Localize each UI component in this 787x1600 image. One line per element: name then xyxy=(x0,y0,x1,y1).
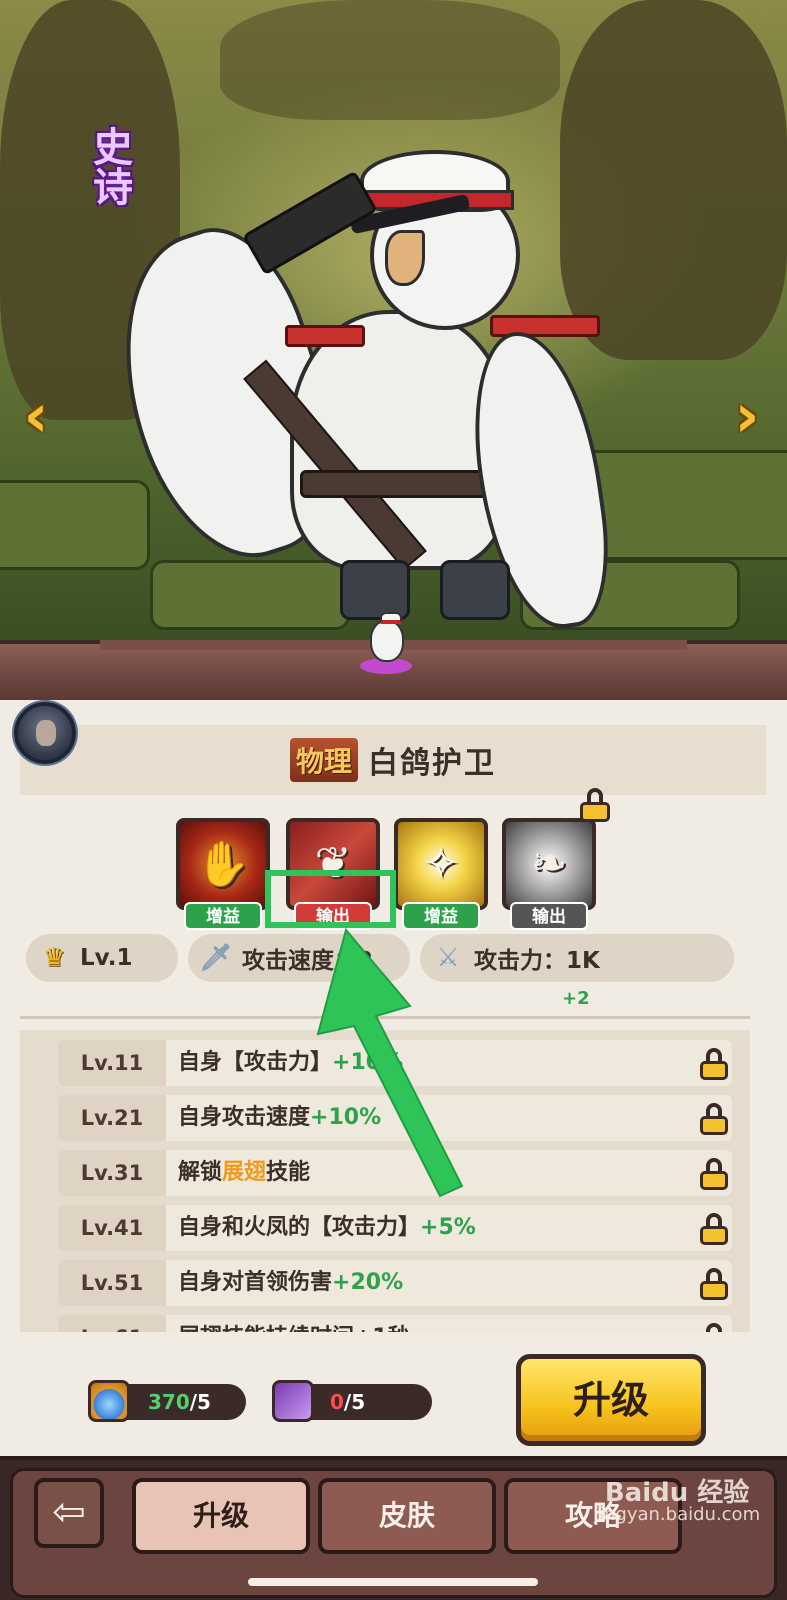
unlock-text-part: 自身和火凤的【攻击力】 xyxy=(178,1215,421,1240)
damage-type-tag: 物理 xyxy=(289,738,358,782)
lock-icon xyxy=(700,1213,728,1245)
unlock-description: 解锁展翅技能 xyxy=(178,1150,310,1196)
attack-bonus: +2 xyxy=(562,988,590,1009)
rarity-badge: 史诗 xyxy=(86,126,132,206)
dove-skill-icon: ❧ xyxy=(502,818,596,910)
unlock-text-part: 自身【攻击力】 xyxy=(178,1050,333,1075)
unlock-text-part: +20% xyxy=(332,1270,404,1295)
potion-current: 370 xyxy=(148,1390,190,1414)
lock-icon xyxy=(700,1048,728,1080)
unlock-level: Lv.21 xyxy=(58,1095,166,1141)
level-pill: ♛ Lv.1 xyxy=(26,934,178,982)
divider xyxy=(20,1016,750,1019)
unlock-text-part: 技能 xyxy=(266,1160,311,1185)
axe-icon: ⚔ xyxy=(436,943,460,973)
potion-icon xyxy=(88,1380,130,1422)
tab-upgrade[interactable]: 升级 xyxy=(132,1478,310,1554)
unlock-level: Lv.41 xyxy=(58,1205,166,1251)
unlock-text-part: 展翅技能持续时间+1秒 xyxy=(178,1325,410,1332)
claw-skill-icon: ✋ xyxy=(176,818,270,910)
unlock-text-part: 自身攻击速度 xyxy=(178,1105,311,1130)
skill-slot-4[interactable]: ❧ 输出 xyxy=(502,788,610,938)
level-unlock-list[interactable]: Lv.11 自身【攻击力】+10% Lv.21 自身攻击速度+10% Lv.31 解锁展翅… xyxy=(20,1030,750,1332)
crown-icon: ♛ xyxy=(42,943,66,973)
unlock-text-part: +10% xyxy=(310,1105,382,1130)
shard-total: /5 xyxy=(343,1390,366,1414)
skill-glyph: ✧ xyxy=(422,838,460,889)
unlock-text-part: 解锁 xyxy=(178,1160,223,1185)
potion-total: /5 xyxy=(189,1390,211,1414)
hero-mini-sprite xyxy=(356,612,416,674)
wings-skill-icon: ✧ xyxy=(394,818,488,910)
hero-character-art xyxy=(85,140,621,637)
skill-tag: 增益 xyxy=(184,902,262,930)
attack-pill: ⚔ 攻击力：1K xyxy=(420,934,734,982)
skill-glyph: ✋ xyxy=(195,839,251,890)
unlock-description: 自身对首领伤害+20% xyxy=(178,1260,403,1306)
lock-icon xyxy=(700,1103,728,1135)
hero-shard-icon xyxy=(272,1380,314,1422)
unlock-description: 展翅技能持续时间+1秒 xyxy=(178,1315,410,1332)
level-value: Lv.1 xyxy=(80,945,133,971)
unlock-text-part: +10% xyxy=(332,1050,404,1075)
beak xyxy=(385,230,425,286)
home-indicator[interactable] xyxy=(248,1578,538,1586)
lock-icon xyxy=(580,788,610,822)
lock-icon xyxy=(700,1323,728,1332)
skill-slot-3[interactable]: ✧ 增益 xyxy=(394,818,488,938)
list-item: Lv.41 自身和火凤的【攻击力】+5% xyxy=(58,1205,732,1251)
watermark: Baidu 经验 jingyan.baidu.com xyxy=(594,1478,761,1526)
attack-speed-pill: 🗡 攻击速度：2 xyxy=(188,934,410,982)
skill-list: ✋ 增益 ❦ 输出 ✧ 增益 ❧ 输出 xyxy=(176,788,616,938)
attack-value: 攻击力：1K xyxy=(474,948,600,974)
upgrade-button[interactable]: 升级 xyxy=(516,1354,706,1446)
unlock-text-part: +5% xyxy=(420,1215,476,1240)
chevron-right-icon[interactable]: › xyxy=(727,386,767,448)
unlock-description: 自身【攻击力】+10% xyxy=(178,1040,403,1086)
unlock-level: Lv.51 xyxy=(58,1260,166,1306)
back-arrow-icon[interactable]: ⇦ xyxy=(34,1478,104,1548)
list-item: Lv.51 自身对首领伤害+20% xyxy=(58,1260,732,1306)
list-item: Lv.31 解锁展翅技能 xyxy=(58,1150,732,1196)
skill-tag: 输出 xyxy=(510,902,588,930)
shard-current: 0 xyxy=(330,1390,344,1414)
list-item: Lv.11 自身【攻击力】+10% xyxy=(58,1040,732,1086)
watermark-line1: Baidu 经验 xyxy=(604,1478,750,1508)
boot xyxy=(440,560,510,620)
attack-speed-value: 攻击速度：2 xyxy=(242,948,374,974)
watermark-line2: jingyan.baidu.com xyxy=(594,1504,761,1525)
skill-tag: 增益 xyxy=(402,902,480,930)
list-item: Lv.21 自身攻击速度+10% xyxy=(58,1095,732,1141)
unlock-level: Lv.61 xyxy=(58,1315,166,1332)
tab-skins[interactable]: 皮肤 xyxy=(318,1478,496,1554)
unlock-level: Lv.31 xyxy=(58,1150,166,1196)
sword-icon: 🗡 xyxy=(199,943,233,973)
epaulet xyxy=(285,325,365,347)
chevron-left-icon[interactable]: ‹ xyxy=(16,386,56,448)
avatar[interactable] xyxy=(14,702,76,764)
unlock-description: 自身和火凤的【攻击力】+5% xyxy=(178,1205,476,1251)
unlock-description: 自身攻击速度+10% xyxy=(178,1095,381,1141)
skill-slot-1[interactable]: ✋ 增益 xyxy=(176,818,270,938)
annotation-highlight-box xyxy=(265,870,396,928)
sprite-cap xyxy=(380,612,402,624)
lock-icon xyxy=(700,1158,728,1190)
sprite-body xyxy=(370,620,404,662)
skill-glyph: ❧ xyxy=(530,838,568,889)
unlock-text-part: 展翅 xyxy=(222,1160,267,1185)
hero-name: 白鸽护卫 xyxy=(368,746,496,781)
unlock-text-part: 自身对首领伤害 xyxy=(178,1270,333,1295)
background-tree xyxy=(220,0,560,120)
list-item: Lv.61 展翅技能持续时间+1秒 xyxy=(58,1315,732,1332)
boot xyxy=(340,560,410,620)
hero-title-bar: 物理 白鸽护卫 xyxy=(20,725,766,795)
hero-scene xyxy=(0,0,787,700)
unlock-level: Lv.11 xyxy=(58,1040,166,1086)
stats-row: ♛ Lv.1 🗡 攻击速度：2 ⚔ 攻击力：1K xyxy=(26,934,736,984)
lock-icon xyxy=(700,1268,728,1300)
